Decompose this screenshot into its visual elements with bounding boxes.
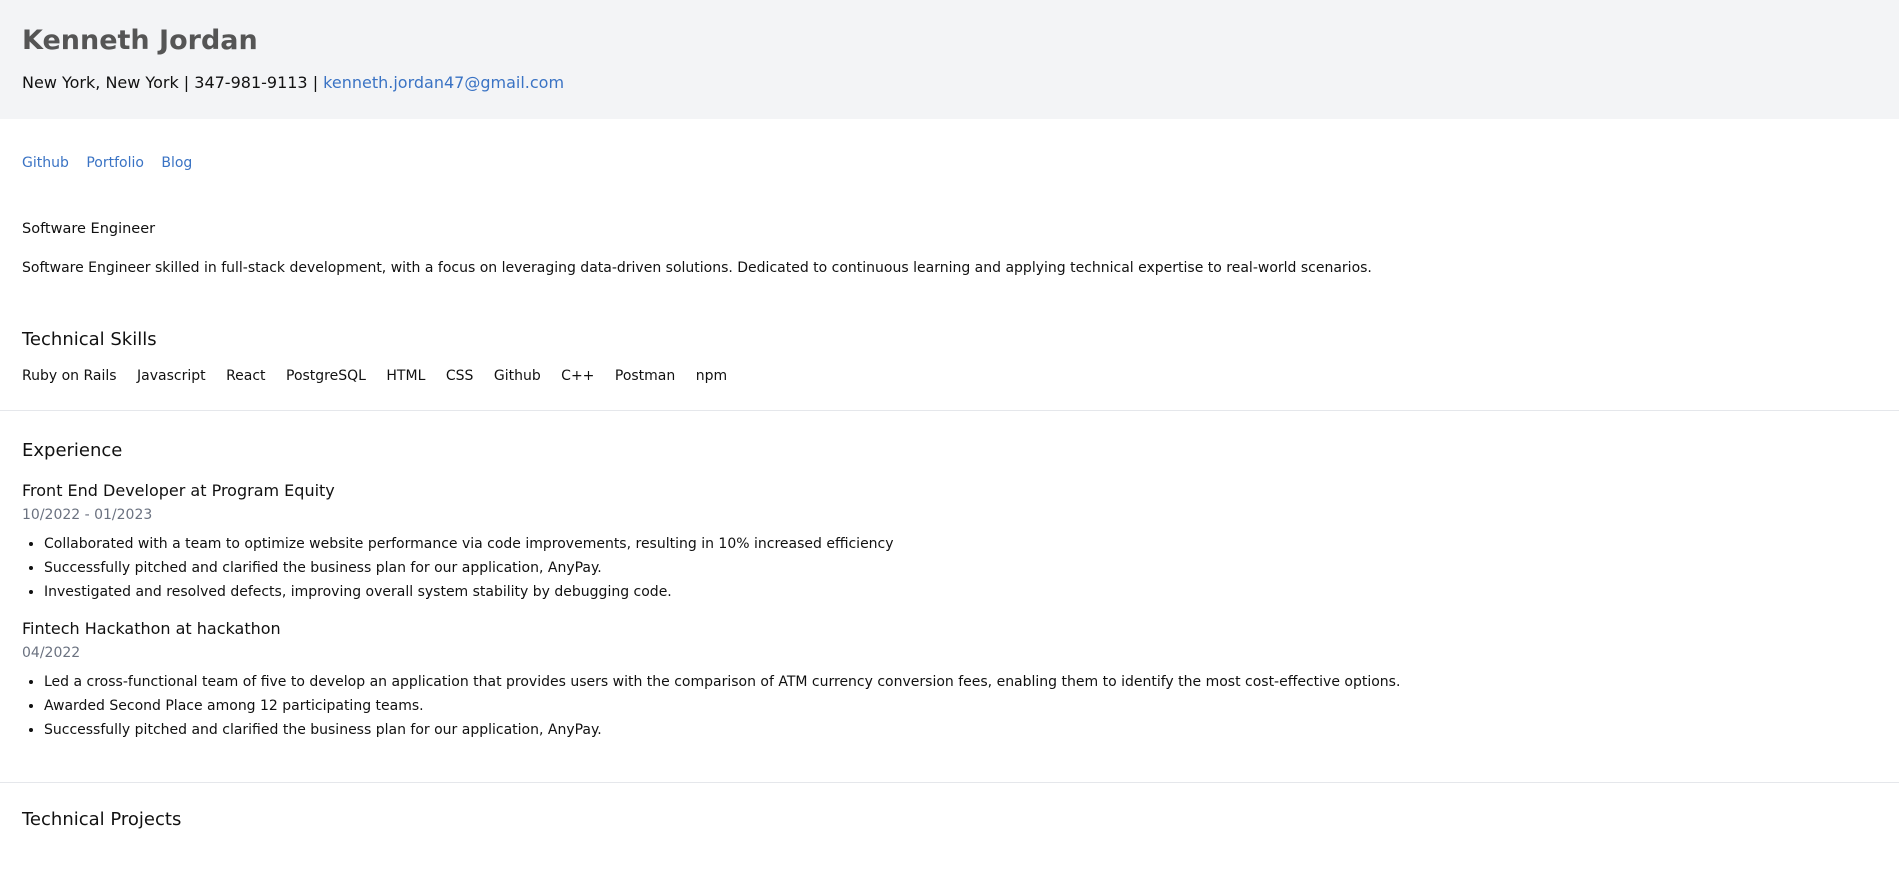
skill-item: Javascript — [137, 368, 206, 384]
bullet-item: Led a cross-functional team of five to d… — [44, 670, 1877, 694]
experience-section: Experience Front End Developer at Progra… — [0, 439, 1899, 742]
separator: | — [307, 73, 324, 92]
candidate-name: Kenneth Jordan — [22, 25, 258, 56]
skill-item: CSS — [445, 368, 474, 384]
summary-section: Software Engineer Software Engineer skil… — [0, 219, 1899, 386]
job-title: Fintech Hackathon at hackathon — [22, 619, 281, 638]
bullet-item: Investigated and resolved defects, impro… — [44, 580, 1877, 604]
job-dates: 04/2022 — [22, 645, 81, 661]
bullet-item: Collaborated with a team to optimize web… — [44, 532, 1877, 556]
phone-number: 347-981-9113 — [194, 73, 308, 92]
projects-section: Technical Projects — [0, 808, 1899, 832]
github-link[interactable]: Github — [22, 155, 69, 171]
bullet-item: Successfully pitched and clarified the b… — [44, 718, 1877, 742]
bullet-item: Awarded Second Place among 12 participat… — [44, 694, 1877, 718]
job-bullets: Collaborated with a team to optimize web… — [22, 532, 1877, 604]
skill-item: npm — [695, 368, 728, 384]
email-link[interactable]: kenneth.jordan47@gmail.com — [323, 73, 564, 92]
skill-item: Ruby on Rails — [22, 368, 117, 384]
projects-heading: Technical Projects — [22, 809, 182, 830]
section-divider — [0, 782, 1899, 783]
skill-item: React — [226, 368, 266, 384]
separator: | — [178, 73, 195, 92]
job-dates: 10/2022 - 01/2023 — [22, 507, 153, 523]
resume-header: Kenneth Jordan New York, New York | 347-… — [0, 0, 1899, 119]
location: New York, New York — [22, 73, 179, 92]
profile-links: Github Portfolio Blog — [0, 119, 1899, 173]
blog-link[interactable]: Blog — [161, 155, 192, 171]
section-divider — [0, 410, 1899, 411]
skills-list: Ruby on Rails Javascript React PostgreSQ… — [22, 366, 1877, 386]
portfolio-link[interactable]: Portfolio — [86, 155, 144, 171]
job-bullets: Led a cross-functional team of five to d… — [22, 670, 1877, 742]
skill-item: PostgreSQL — [286, 368, 366, 384]
skill-item: HTML — [386, 368, 426, 384]
bullet-item: Successfully pitched and clarified the b… — [44, 556, 1877, 580]
contact-line: New York, New York | 347-981-9113 | kenn… — [22, 72, 1877, 94]
skill-item: Postman — [614, 368, 676, 384]
role-title: Software Engineer — [22, 221, 156, 237]
skills-heading: Technical Skills — [22, 329, 157, 350]
experience-heading: Experience — [22, 440, 123, 461]
skill-item: C++ — [561, 368, 595, 384]
summary-text: Software Engineer skilled in full-stack … — [22, 260, 1372, 276]
job-title: Front End Developer at Program Equity — [22, 481, 335, 500]
skill-item: Github — [493, 368, 541, 384]
